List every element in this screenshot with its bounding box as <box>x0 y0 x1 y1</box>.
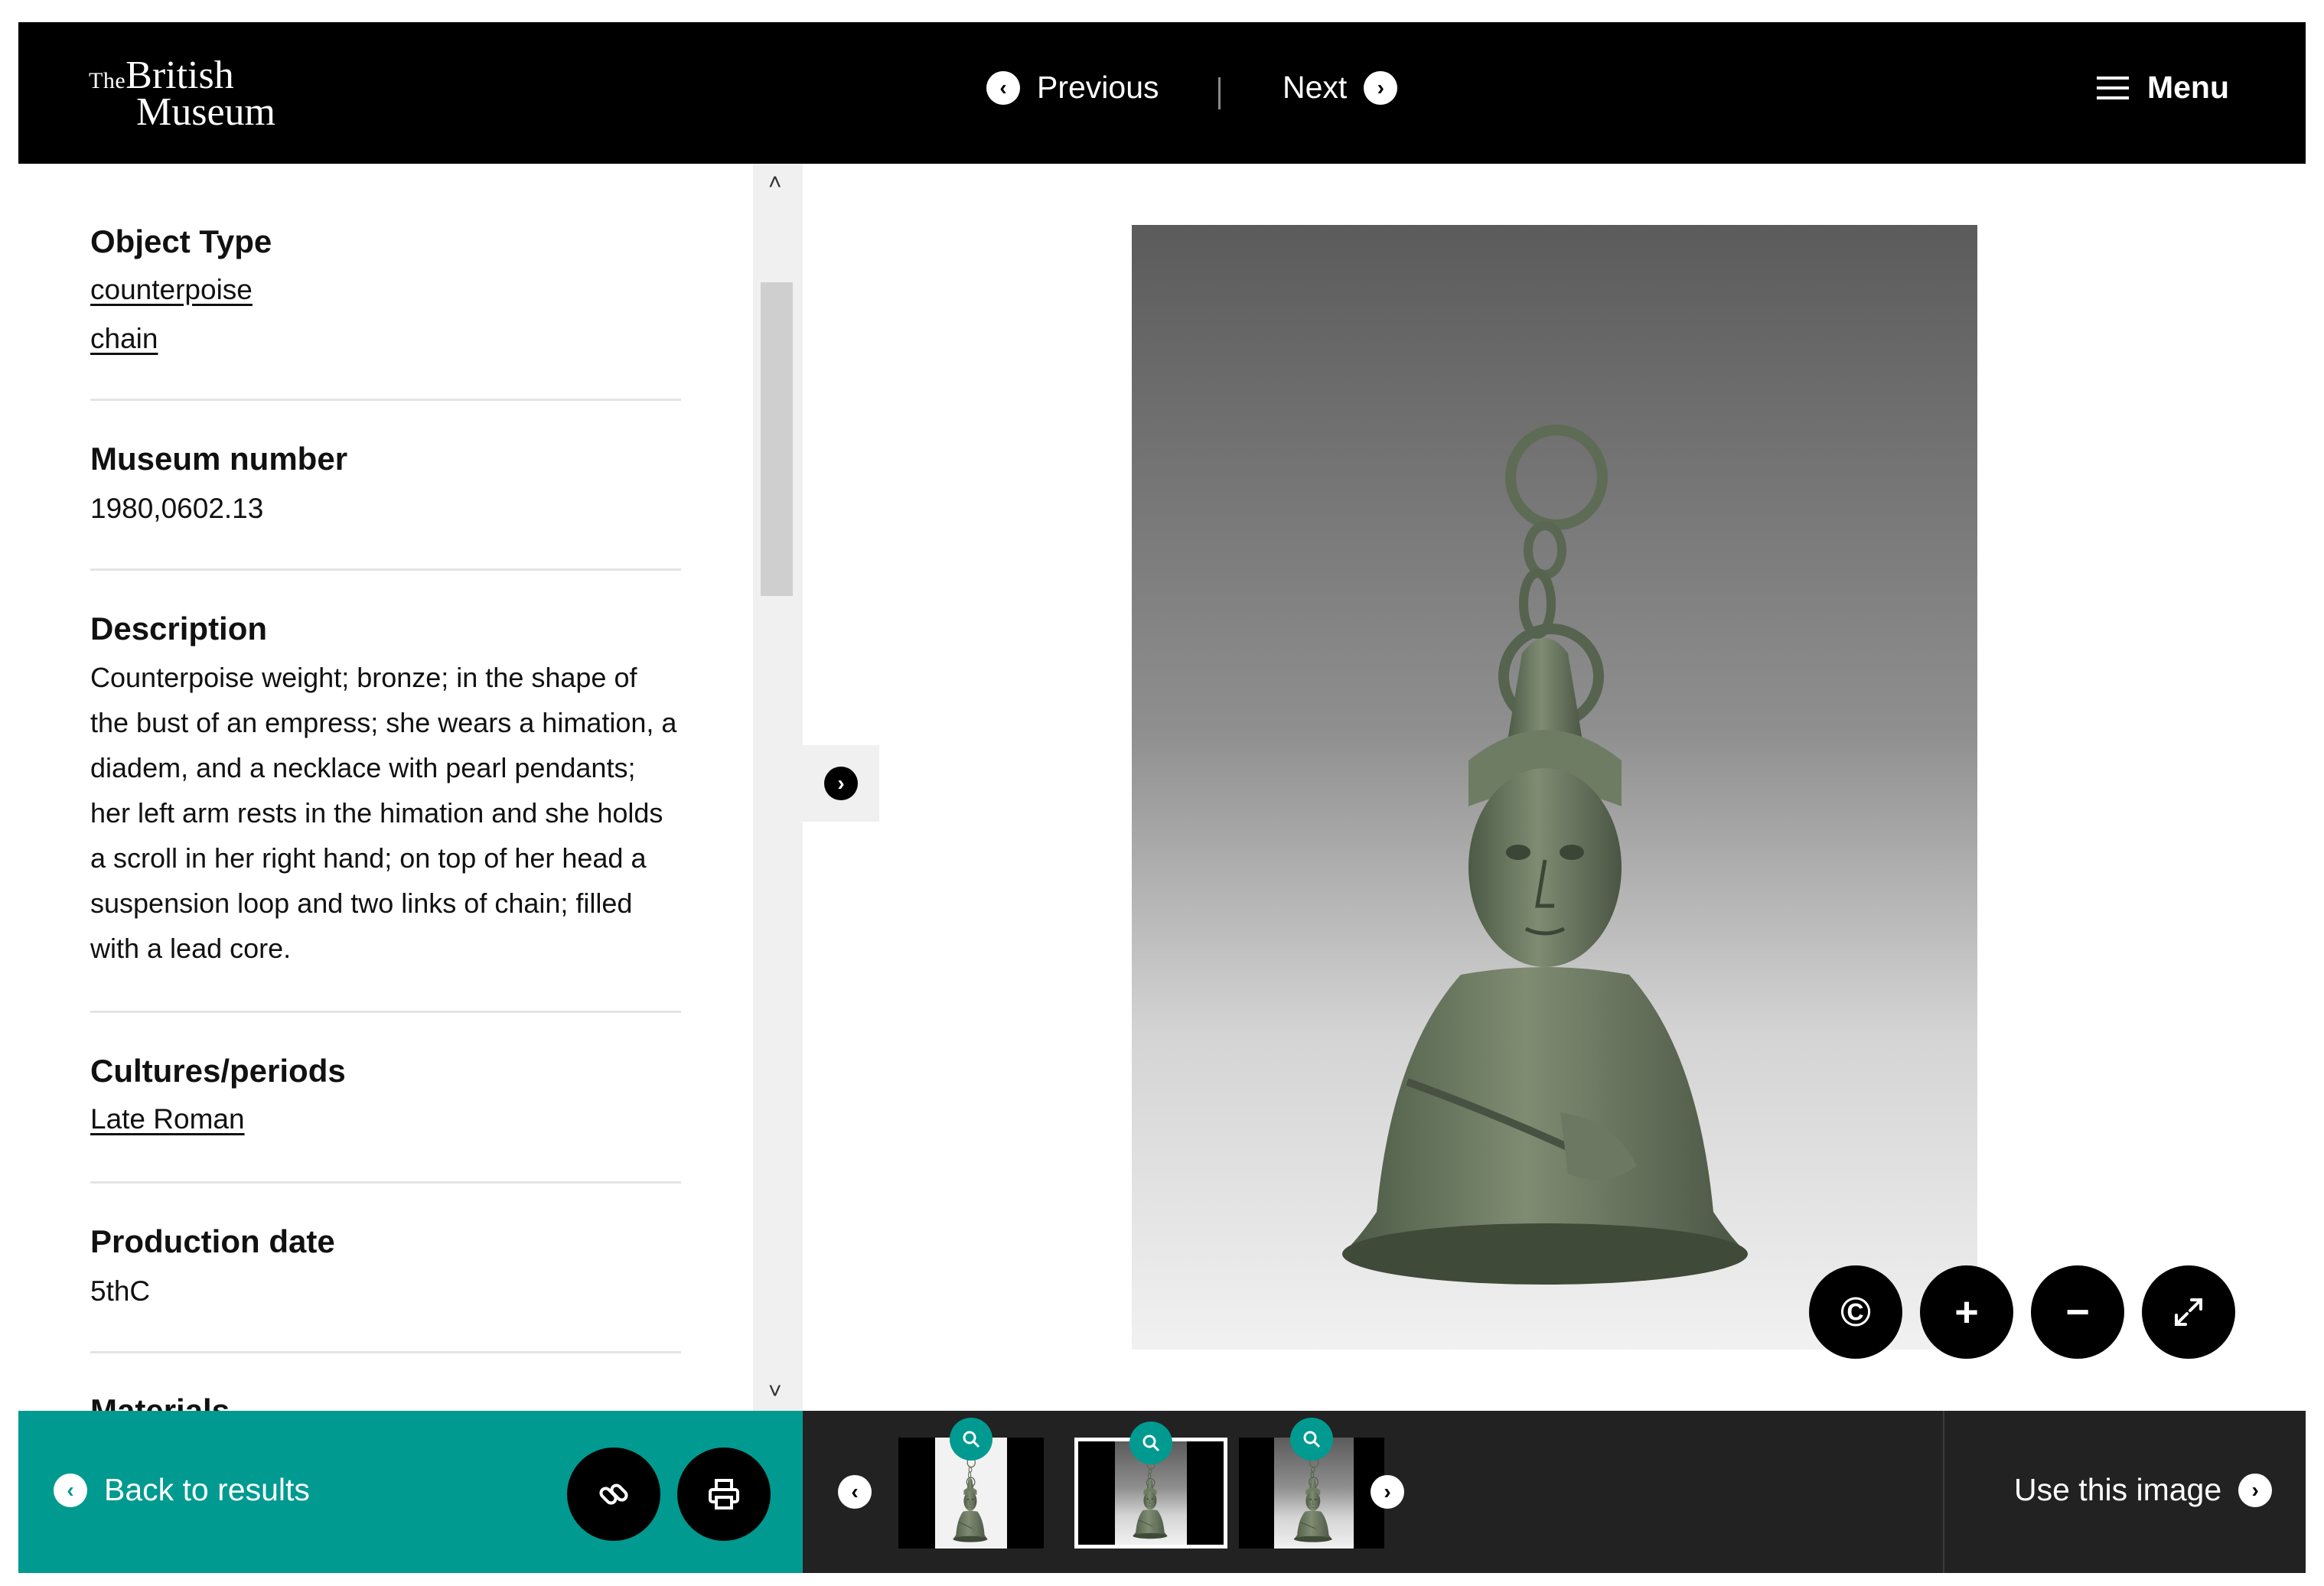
section-divider <box>90 1181 681 1184</box>
filmstrip-prev-button[interactable]: ‹ <box>838 1475 872 1509</box>
magnifier-icon <box>1142 1435 1160 1452</box>
object-image[interactable] <box>1132 225 1977 1350</box>
field-materials: Materials <box>90 1392 680 1411</box>
plus-icon: + <box>1954 1289 1979 1335</box>
menu-button[interactable]: Menu <box>2096 70 2229 106</box>
expand-panel-toggle[interactable]: › <box>803 745 879 822</box>
print-button[interactable] <box>677 1448 771 1541</box>
copyright-icon: © <box>1840 1289 1871 1335</box>
thumbnail-zoom-badge[interactable] <box>1129 1422 1172 1464</box>
field-title: Cultures/periods <box>90 1053 346 1089</box>
section-divider <box>90 1351 681 1353</box>
british-museum-logo[interactable]: TheBritish Museum <box>89 56 275 132</box>
object-details-panel: Object Type counterpoise chain Museum nu… <box>18 164 753 1411</box>
next-label: Next <box>1283 70 1348 105</box>
culture-link-late-roman[interactable]: Late Roman <box>90 1103 680 1135</box>
chevron-right-circle-icon: › <box>824 767 858 800</box>
magnifier-icon <box>1303 1431 1321 1448</box>
museum-number-value: 1980,0602.13 <box>90 493 264 524</box>
chevron-left-circle-icon: ‹ <box>54 1473 87 1507</box>
description-text: Counterpoise weight; bronze; in the shap… <box>90 662 677 964</box>
menu-label: Menu <box>2146 70 2229 105</box>
field-museum-number: Museum number 1980,0602.13 <box>90 441 680 525</box>
field-title: Object Type <box>90 223 272 259</box>
field-description: Description Counterpoise weight; bronze;… <box>90 611 680 971</box>
field-production-date: Production date 5thC <box>90 1223 680 1308</box>
scrollbar-thumb[interactable] <box>761 282 793 596</box>
magnifier-icon <box>963 1431 980 1448</box>
next-button[interactable]: Next › <box>1283 70 1398 106</box>
minus-icon: − <box>2065 1289 2090 1335</box>
copyright-button[interactable]: © <box>1809 1265 1902 1359</box>
thumbnail-3[interactable] <box>1239 1418 1384 1549</box>
field-title: Production date <box>90 1223 335 1259</box>
field-cultures-periods: Cultures/periods Late Roman <box>90 1053 680 1135</box>
thumbnail-1[interactable] <box>898 1418 1044 1549</box>
zoom-in-button[interactable]: + <box>1920 1265 2013 1359</box>
expand-icon <box>2175 1298 2202 1326</box>
thumbnail-2[interactable] <box>1074 1422 1227 1549</box>
nav-divider <box>1218 77 1221 109</box>
chevron-right-circle-icon: › <box>2238 1473 2273 1507</box>
filmstrip-next-button[interactable]: › <box>1371 1475 1404 1509</box>
back-to-results-button[interactable]: ‹ Back to results <box>54 1472 310 1508</box>
link-icon <box>599 1483 628 1505</box>
field-title: Description <box>90 611 268 646</box>
thumbnail-zoom-badge[interactable] <box>950 1418 993 1461</box>
production-date-value: 5thC <box>90 1275 151 1307</box>
logo-the: The <box>89 68 126 93</box>
previous-label: Previous <box>1037 70 1159 105</box>
object-type-link-chain[interactable]: chain <box>90 323 680 355</box>
counterpoise-bust-image <box>1132 225 1977 1350</box>
field-title: Materials <box>90 1392 230 1411</box>
section-divider <box>90 1011 681 1013</box>
chevron-right-circle-icon: › <box>1364 70 1398 105</box>
chevron-left-circle-icon: ‹ <box>986 70 1020 105</box>
section-divider <box>90 399 681 401</box>
chevron-right-icon: › <box>1384 1480 1391 1503</box>
use-image-label: Use this image <box>2014 1472 2222 1507</box>
back-label: Back to results <box>104 1472 310 1507</box>
chevron-up-icon[interactable]: ˄ <box>768 170 782 196</box>
field-title: Museum number <box>90 441 348 477</box>
thumbnail-zoom-badge[interactable] <box>1290 1418 1333 1461</box>
details-scrollbar[interactable]: ˄ ˅ <box>753 164 803 1411</box>
logo-line-2: Museum <box>136 90 275 134</box>
use-this-image-button[interactable]: Use this image › <box>2014 1472 2273 1508</box>
app-frame: TheBritish Museum ‹ Previous Next › Menu… <box>18 22 2306 1573</box>
top-header: TheBritish Museum ‹ Previous Next › Menu <box>18 22 2306 164</box>
fullscreen-button[interactable] <box>2142 1265 2235 1359</box>
image-viewer: › © + − <box>803 164 2306 1411</box>
thumbnail-filmstrip: ‹ › Use this image › <box>803 1411 2306 1573</box>
chevron-left-icon: ‹ <box>851 1480 859 1503</box>
chevron-down-icon[interactable]: ˅ <box>768 1379 782 1405</box>
field-object-type: Object Type counterpoise chain <box>90 223 680 355</box>
copy-link-button[interactable] <box>567 1448 660 1541</box>
zoom-out-button[interactable]: − <box>2031 1265 2124 1359</box>
filmstrip-divider <box>1943 1411 1944 1573</box>
section-divider <box>90 568 681 571</box>
previous-button[interactable]: ‹ Previous <box>986 70 1159 106</box>
hamburger-icon <box>2096 76 2129 99</box>
object-type-link-counterpoise[interactable]: counterpoise <box>90 274 680 306</box>
printer-icon <box>709 1479 739 1509</box>
results-actions-bar: ‹ Back to results <box>18 1411 803 1573</box>
